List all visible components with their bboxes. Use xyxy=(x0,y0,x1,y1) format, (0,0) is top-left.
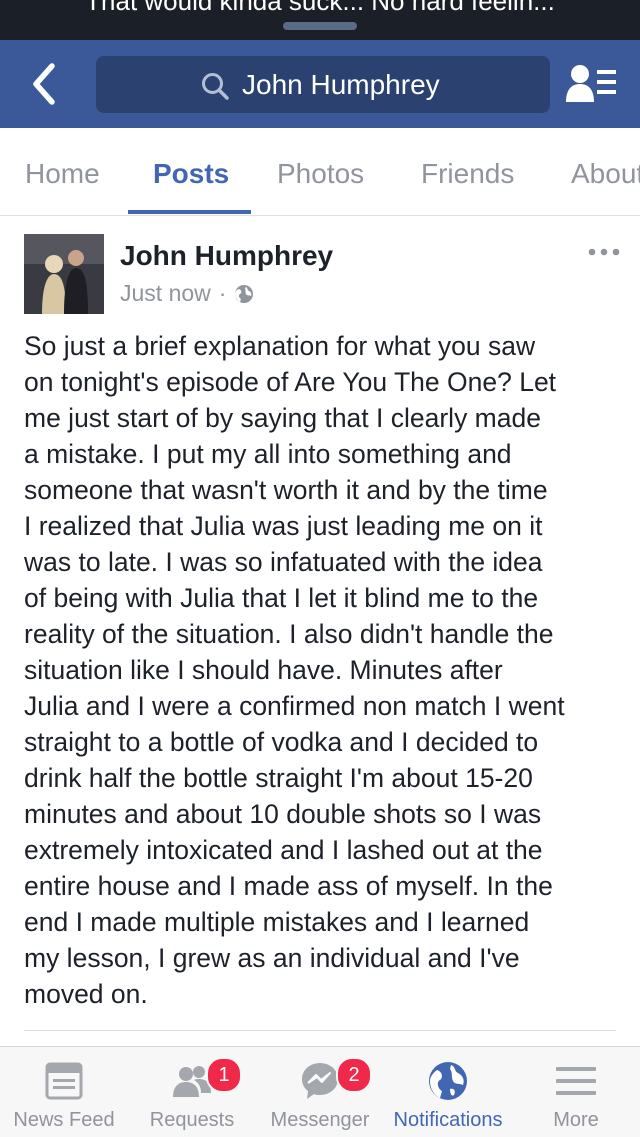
post-card: John Humphrey Just now · So just a brief… xyxy=(0,216,640,1046)
tab-label-messenger: Messenger xyxy=(270,1109,370,1131)
tab-label-notifications: Notifications xyxy=(393,1109,503,1131)
bottom-tab-bar: News Feed 1 Requests 2 Messenger Notific… xyxy=(0,1046,640,1137)
notification-banner-text: That would kinda suck... No hard feelin.… xyxy=(85,0,555,16)
tab-more[interactable]: More xyxy=(512,1047,640,1137)
avatar-photo xyxy=(24,234,104,314)
post-divider xyxy=(24,1030,616,1031)
tab-label-news-feed: News Feed xyxy=(13,1109,115,1131)
more-options-icon[interactable] xyxy=(588,246,620,258)
tab-posts[interactable]: Posts xyxy=(153,158,229,190)
tab-label-more: More xyxy=(553,1109,599,1131)
post-meta: Just now · xyxy=(120,280,254,307)
requests-badge: 1 xyxy=(206,1057,242,1093)
search-text: John Humphrey xyxy=(242,69,440,100)
meta-separator: · xyxy=(218,280,227,306)
tab-requests[interactable]: 1 Requests xyxy=(128,1047,256,1137)
active-tab-indicator xyxy=(128,210,251,214)
messenger-icon xyxy=(302,1063,338,1099)
search-icon xyxy=(202,73,229,100)
globe-icon xyxy=(429,1062,467,1100)
news-feed-icon xyxy=(45,1062,83,1100)
profile-tabs: Home Posts Photos Friends About xyxy=(0,128,640,216)
post-timestamp[interactable]: Just now xyxy=(120,280,211,307)
tab-news-feed[interactable]: News Feed xyxy=(0,1047,128,1137)
tab-messenger[interactable]: 2 Messenger xyxy=(256,1047,384,1137)
banner-drag-handle[interactable] xyxy=(283,22,357,30)
globe-icon xyxy=(235,284,254,303)
search-input[interactable]: John Humphrey xyxy=(96,56,550,113)
top-navigation-bar: John Humphrey xyxy=(0,40,640,128)
notification-banner[interactable]: That would kinda suck... No hard feelin.… xyxy=(0,0,640,40)
chevron-left-icon xyxy=(33,63,55,105)
tab-notifications[interactable]: Notifications xyxy=(384,1047,512,1137)
menu-icon xyxy=(556,1067,596,1095)
tab-friends[interactable]: Friends xyxy=(421,158,514,190)
post-author-name[interactable]: John Humphrey xyxy=(120,240,333,272)
tab-label-requests: Requests xyxy=(149,1109,235,1131)
back-button[interactable] xyxy=(22,60,70,108)
messenger-badge: 2 xyxy=(336,1057,372,1093)
friend-list-icon xyxy=(566,65,616,102)
friend-requests-button[interactable] xyxy=(566,62,618,106)
tab-about[interactable]: About xyxy=(571,158,640,190)
tab-photos[interactable]: Photos xyxy=(277,158,364,190)
avatar[interactable] xyxy=(24,234,104,314)
post-body: So just a brief explanation for what you… xyxy=(24,331,565,1009)
tab-home[interactable]: Home xyxy=(25,158,100,190)
